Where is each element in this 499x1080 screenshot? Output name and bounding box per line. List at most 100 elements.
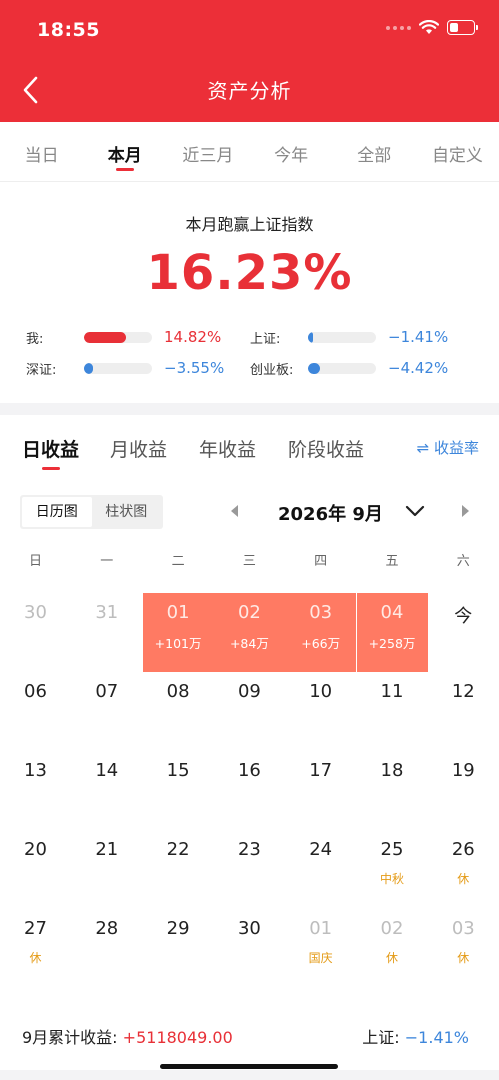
comparison-value: 14.82% [164,328,222,346]
comparison-label: 我: [26,331,44,347]
weekday-label: 三 [242,554,256,569]
comparison-shenzhen: 深证: −3.55% [26,358,224,378]
weekday-label: 二 [171,554,185,569]
day-number: 02 [380,918,404,939]
day-number: 17 [309,760,333,781]
day-number: 30 [24,602,47,623]
tab-custom[interactable]: 自定义 [416,122,499,181]
calendar-day-profit[interactable]: 02 +84万 [213,593,285,672]
tab-daily-income[interactable]: 日收益 [22,435,79,470]
bar-view-button[interactable]: 柱状图 [92,497,162,527]
day-number: 21 [95,839,119,860]
day-number: 01 [309,918,333,939]
holiday-note: 休 [385,951,398,965]
calendar-day[interactable]: 08 [143,672,214,751]
day-number: 30 [237,918,261,939]
home-indicator [160,1064,338,1069]
calendar-day[interactable]: 09 [214,672,285,751]
day-number: 15 [166,760,190,781]
calendar-day[interactable]: 25 中秋 [357,830,428,909]
day-number: 20 [24,839,47,860]
calendar-day[interactable]: 30 [0,593,71,672]
return-rate-toggle[interactable]: ⇌ 收益率 [417,437,479,458]
comparison-shanghai: 上证: −1.41% [250,327,448,347]
tab-yearly-income[interactable]: 年收益 [199,435,256,462]
tab-period-income[interactable]: 阶段收益 [288,435,364,462]
calendar-day[interactable]: 17 [285,751,356,830]
weekday-label: 五 [385,554,399,569]
tab-monthly-income[interactable]: 月收益 [110,435,167,462]
period-tabs: 当日 本月 近三月 今年 全部 自定义 [0,122,499,182]
calendar-day[interactable]: 12 [428,672,499,751]
weekday-label: 六 [456,554,470,569]
calendar-day[interactable]: 29 [143,909,214,988]
calendar-day[interactable]: 21 [71,830,142,909]
performance-summary: 本月跑赢上证指数 16.23% 我: 14.82% 上证: −1.41% 深证:… [0,183,499,403]
day-number: 08 [166,681,190,702]
calendar-day[interactable]: 16 [214,751,285,830]
calendar-day[interactable]: 31 [71,593,142,672]
day-number: 29 [166,918,190,939]
battery-level [450,23,458,32]
comparison-label: 深证: [26,362,57,378]
day-number: 07 [95,681,119,702]
calendar-day[interactable]: 07 [71,672,142,751]
prev-month-button[interactable] [228,503,242,523]
calendar-day[interactable]: 27 休 [0,909,71,988]
calendar-day[interactable]: 18 [357,751,428,830]
summary-title: 本月跑赢上证指数 [185,215,314,234]
calendar-day[interactable]: 20 [0,830,71,909]
day-number: 16 [237,760,261,781]
triangle-right-icon [462,505,469,517]
index-change-value: −1.41% [404,1028,469,1047]
tab-today[interactable]: 当日 [0,122,83,181]
calendar-day[interactable]: 26 休 [428,830,499,909]
month-label[interactable]: 2026年 9月 [278,500,383,526]
calendar-day[interactable]: 02 休 [357,909,428,988]
signal-icon [386,25,411,30]
day-profit: +84万 [229,636,269,651]
calendar-day[interactable]: 01 国庆 [285,909,356,988]
tab-last-three-months[interactable]: 近三月 [166,122,249,181]
comparison-bar-fill [84,331,127,343]
calendar-day[interactable]: 28 [71,909,142,988]
calendar-day[interactable]: 15 [143,751,214,830]
calendar-view-button[interactable]: 日历图 [22,497,92,527]
calendar-day[interactable]: 14 [71,751,142,830]
comparison-value: −1.41% [388,328,449,346]
page-title: 资产分析 [207,79,292,103]
day-profit: +101万 [154,636,202,651]
calendar-day[interactable]: 23 [214,830,285,909]
index-change: 上证: −1.41% [362,1024,469,1048]
next-month-button[interactable] [458,503,472,523]
cumulative-income-label: 9月累计收益: [22,1028,118,1047]
tab-this-month[interactable]: 本月 [83,122,166,181]
calendar-day-profit[interactable]: 03 +66万 [285,593,357,672]
wifi-icon [419,20,439,34]
calendar-day[interactable]: 11 [357,672,428,751]
month-dropdown-button[interactable] [404,502,426,524]
tab-all[interactable]: 全部 [333,122,416,181]
tab-this-year[interactable]: 今年 [250,122,333,181]
day-number: 14 [95,760,119,781]
calendar-day[interactable]: 13 [0,751,71,830]
calendar-day-profit[interactable]: 01 +101万 [142,593,214,672]
day-number: 12 [451,681,475,702]
calendar-day[interactable]: 10 [285,672,356,751]
comparison-value: −3.55% [164,359,225,377]
calendar-day[interactable]: 06 [0,672,71,751]
day-number: 02 [237,602,261,623]
calendar-day[interactable]: 今 [428,593,499,672]
comparison-chinext: 创业板: −4.42% [250,358,448,378]
day-number: 28 [95,918,119,939]
calendar-day[interactable]: 03 休 [428,909,499,988]
app-header: 18:55 资产分析 [0,0,499,122]
day-number: 13 [24,760,47,781]
comparison-bar-fill [84,362,93,374]
calendar-day[interactable]: 30 [214,909,285,988]
calendar-day[interactable]: 24 [285,830,356,909]
day-number: 03 [451,918,475,939]
calendar-day-profit[interactable]: 04 +258万 [356,593,428,672]
calendar-day[interactable]: 19 [428,751,499,830]
calendar-day[interactable]: 22 [143,830,214,909]
